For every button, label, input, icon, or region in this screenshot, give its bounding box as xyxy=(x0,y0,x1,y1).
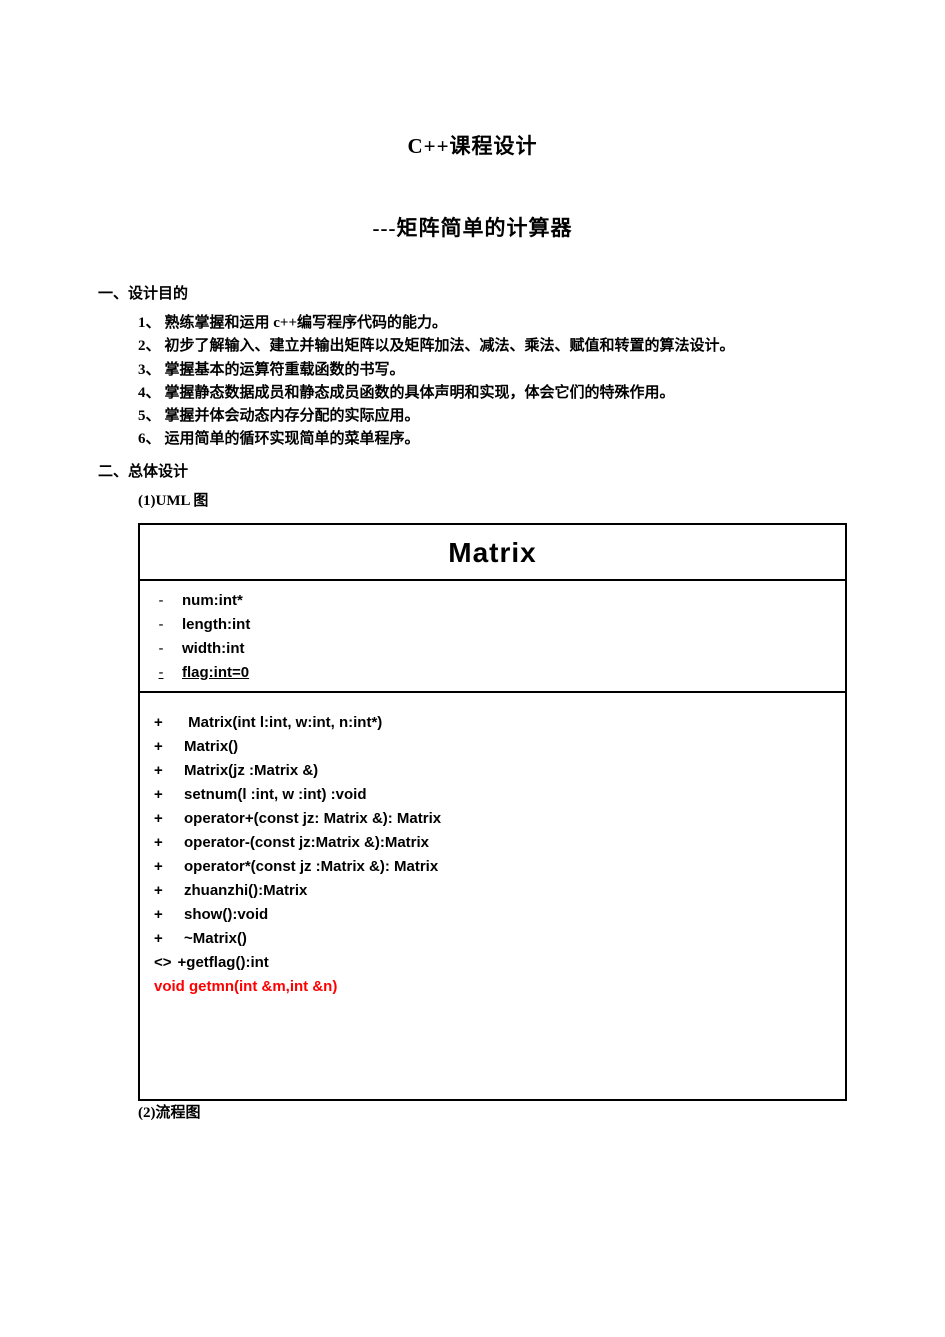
main-title: C++课程设计 xyxy=(98,130,847,160)
visibility-icon: - xyxy=(154,589,168,613)
uml-attribute: -width:int xyxy=(154,637,831,661)
list-text: 掌握静态数据成员和静态成员函数的具体声明和实现，体会它们的特殊作用。 xyxy=(165,382,847,405)
visibility-icon: - xyxy=(154,637,168,661)
visibility-icon: + xyxy=(154,831,172,855)
uml-operation: + operator-(const jz:Matrix &):Matrix xyxy=(154,831,831,855)
visibility-icon: + xyxy=(154,927,172,951)
op-text: Matrix(jz :Matrix &) xyxy=(184,762,318,779)
list-number: 5、 xyxy=(138,405,161,428)
visibility-icon: - xyxy=(154,613,168,637)
uml-attribute: -length:int xyxy=(154,613,831,637)
uml-operation: + setnum(l :int, w :int) :void xyxy=(154,783,831,807)
op-text: Matrix() xyxy=(184,738,238,755)
list-text: 掌握并体会动态内存分配的实际应用。 xyxy=(165,405,847,428)
uml-class-name: Matrix xyxy=(140,525,845,581)
list-number: 4、 xyxy=(138,382,161,405)
attr-text: num:int* xyxy=(182,592,243,609)
op-text: void getmn(int &m,int &n) xyxy=(154,978,337,995)
section-one-heading: 一、设计目的 xyxy=(98,282,847,306)
list-text: 运用简单的循环实现简单的菜单程序。 xyxy=(165,428,847,451)
visibility-icon: + xyxy=(154,855,172,879)
list-number: 3、 xyxy=(138,359,161,382)
op-text: zhuanzhi():Matrix xyxy=(184,882,307,899)
visibility-icon: + xyxy=(154,735,172,759)
visibility-icon: + xyxy=(154,783,172,807)
op-text: show():void xyxy=(184,906,268,923)
subtitle: ---矩阵简单的计算器 xyxy=(98,212,847,242)
op-text: operator-(const jz:Matrix &):Matrix xyxy=(184,834,429,851)
list-item: 2、 初步了解输入、建立并输出矩阵以及矩阵加法、减法、乘法、赋值和转置的算法设计… xyxy=(138,335,847,358)
uml-operation: + Matrix() xyxy=(154,735,831,759)
uml-operations-section: + Matrix(int l:int, w:int, n:int*) + Matr… xyxy=(140,693,845,1099)
op-text: operator+(const jz: Matrix &): Matrix xyxy=(184,810,441,827)
list-number: 2、 xyxy=(138,335,161,358)
list-item: 3、 掌握基本的运算符重载函数的书写。 xyxy=(138,359,847,382)
list-text: 熟练掌握和运用 c++编写程序代码的能力。 xyxy=(165,312,847,335)
op-text: Matrix(int l:int, w:int, n:int*) xyxy=(184,714,382,731)
visibility-icon: + xyxy=(154,711,172,735)
visibility-icon: + xyxy=(154,759,172,783)
uml-operation: + operator+(const jz: Matrix &): Matrix xyxy=(154,807,831,831)
design-purpose-list: 1、 熟练掌握和运用 c++编写程序代码的能力。 2、 初步了解输入、建立并输出… xyxy=(98,312,847,452)
uml-operation: + ~Matrix() xyxy=(154,927,831,951)
uml-operation: + operator*(const jz :Matrix &): Matrix xyxy=(154,855,831,879)
document-page: C++课程设计 ---矩阵简单的计算器 一、设计目的 1、 熟练掌握和运用 c+… xyxy=(0,0,945,1182)
uml-label-text: (1)UML 图 xyxy=(138,490,847,513)
uml-operation: + zhuanzhi():Matrix xyxy=(154,879,831,903)
list-item: 6、 运用简单的循环实现简单的菜单程序。 xyxy=(138,428,847,451)
flowchart-label: (2)流程图 xyxy=(98,1101,847,1122)
list-text: 掌握基本的运算符重载函数的书写。 xyxy=(165,359,847,382)
uml-attribute: -num:int* xyxy=(154,589,831,613)
uml-operation: + Matrix(int l:int, w:int, n:int*) xyxy=(154,711,831,735)
list-text: 初步了解输入、建立并输出矩阵以及矩阵加法、减法、乘法、赋值和转置的算法设计。 xyxy=(165,335,847,358)
op-text: +getflag():int xyxy=(178,954,269,971)
op-text: operator*(const jz :Matrix &): Matrix xyxy=(184,858,438,875)
attr-text: length:int xyxy=(182,616,250,633)
uml-operation: <> +getflag():int xyxy=(154,951,831,975)
uml-operation: + show():void xyxy=(154,903,831,927)
uml-attribute-static: -flag:int=0 xyxy=(154,661,831,685)
section-two-heading: 二、总体设计 xyxy=(98,460,847,484)
op-text: setnum(l :int, w :int) :void xyxy=(184,786,366,803)
uml-label: (1)UML 图 xyxy=(138,490,847,513)
uml-operation-friend: void getmn(int &m,int &n) xyxy=(154,975,831,999)
attr-text: width:int xyxy=(182,640,244,657)
attr-text: flag:int=0 xyxy=(182,664,249,681)
visibility-icon: + xyxy=(154,903,172,927)
section-two-sub: (1)UML 图 xyxy=(98,490,847,513)
visibility-icon: + xyxy=(154,807,172,831)
visibility-icon: + xyxy=(154,879,172,903)
list-number: 6、 xyxy=(138,428,161,451)
list-item: 5、 掌握并体会动态内存分配的实际应用。 xyxy=(138,405,847,428)
visibility-icon: <> xyxy=(154,951,172,975)
op-text: ~Matrix() xyxy=(184,930,247,947)
visibility-icon: - xyxy=(154,661,168,685)
list-number: 1、 xyxy=(138,312,161,335)
list-item: 1、 熟练掌握和运用 c++编写程序代码的能力。 xyxy=(138,312,847,335)
uml-class-diagram: Matrix -num:int* -length:int -width:int … xyxy=(138,523,847,1101)
uml-attributes-section: -num:int* -length:int -width:int -flag:i… xyxy=(140,581,845,693)
uml-operation: + Matrix(jz :Matrix &) xyxy=(154,759,831,783)
list-item: 4、 掌握静态数据成员和静态成员函数的具体声明和实现，体会它们的特殊作用。 xyxy=(138,382,847,405)
